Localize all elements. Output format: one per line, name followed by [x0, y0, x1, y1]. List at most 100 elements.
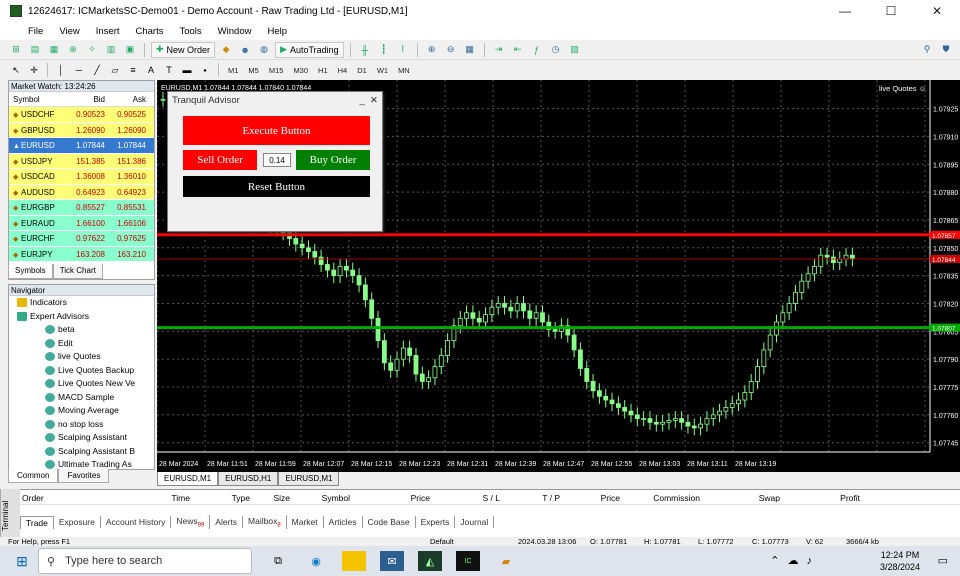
timeframe-d1[interactable]: D1 [353, 66, 371, 75]
terminal-tab[interactable]: Alerts [210, 516, 244, 528]
windows-start-icon[interactable]: ⊞ [10, 551, 34, 571]
fibonacci-icon[interactable]: ≡ [125, 62, 141, 78]
navigator-item[interactable]: Live Quotes New Ve [9, 377, 154, 391]
bar-chart-icon[interactable]: ╫ [357, 42, 373, 58]
navigator-item[interactable]: Live Quotes Backup [9, 364, 154, 378]
data-window-icon[interactable]: ⊕ [65, 42, 81, 58]
tab-symbols[interactable]: Symbols [8, 264, 53, 279]
folder-icon[interactable]: ▰ [494, 551, 518, 571]
line-chart-icon[interactable]: ⌇ [395, 42, 411, 58]
terminal-col-header[interactable]: Price [560, 493, 620, 504]
terminal-tab[interactable]: Trade [20, 515, 54, 529]
panel-close-icon[interactable]: ✕ [370, 95, 378, 106]
timeframe-mn[interactable]: MN [394, 66, 414, 75]
market-watch-row[interactable]: ◆ AUDUSD 0.64923 0.64923 [9, 184, 154, 200]
timeframe-m5[interactable]: M5 [244, 66, 262, 75]
metatrader-icon[interactable]: ◭ [418, 551, 442, 571]
reset-button[interactable]: Reset Button [183, 176, 370, 197]
icmarkets-icon[interactable]: IC [456, 551, 480, 571]
navigator-item[interactable]: Expert Advisors [9, 310, 154, 324]
notification-icon[interactable]: ▭ [938, 554, 948, 567]
zoom-out-icon[interactable]: ⊖ [443, 42, 459, 58]
terminal-tab[interactable]: Journal [455, 516, 495, 528]
trendline-icon[interactable]: ╱ [89, 62, 105, 78]
market-watch-row[interactable]: ◆ EURGBP 0.85527 0.85531 [9, 200, 154, 216]
new-chart-icon[interactable]: ⊞ [8, 42, 24, 58]
strategy-tester-icon[interactable]: ▣ [122, 42, 138, 58]
terminal-col-header[interactable]: Price [350, 493, 430, 504]
navigator-item[interactable]: Scalping Assistant B [9, 445, 154, 459]
metaeditor-icon[interactable]: ◆ [218, 42, 234, 58]
terminal-icon[interactable]: ▥ [103, 42, 119, 58]
col-symbol[interactable]: Symbol [9, 92, 65, 106]
execute-button[interactable]: Execute Button [183, 116, 370, 145]
close-button[interactable]: ✕ [914, 4, 960, 18]
candlestick-icon[interactable]: ┇ [376, 42, 392, 58]
shapes-icon[interactable]: ⬩ [197, 62, 213, 78]
timeframe-w1[interactable]: W1 [373, 66, 392, 75]
navigator-item[interactable]: beta [9, 323, 154, 337]
terminal-tab[interactable]: Articles [324, 516, 363, 528]
terminal-col-header[interactable]: Type [190, 493, 250, 504]
minimize-button[interactable]: — [822, 4, 868, 18]
arrows-icon[interactable]: ▬ [179, 62, 195, 78]
market-watch-icon[interactable]: ▦ [46, 42, 62, 58]
market-watch-row[interactable]: ◆ USDCAD 1.36008 1.36010 [9, 169, 154, 185]
auto-scroll-icon[interactable]: ⇥ [491, 42, 507, 58]
terminal-side-label[interactable]: Terminal [0, 489, 20, 542]
task-view-icon[interactable]: ⧉ [266, 551, 290, 571]
search-icon[interactable]: ⚲ [919, 42, 935, 58]
terminal-col-header[interactable]: Symbol [290, 493, 350, 504]
terminal-tab[interactable]: Account History [101, 516, 172, 528]
market-watch-row[interactable]: ◆ USDJPY 151.385 151.386 [9, 153, 154, 169]
vertical-line-icon[interactable]: │ [53, 62, 69, 78]
timeframe-m15[interactable]: M15 [265, 66, 288, 75]
app-yellow-icon[interactable] [342, 551, 366, 571]
crosshair-icon[interactable]: ✛ [26, 62, 42, 78]
tab-favorites[interactable]: Favorites [58, 469, 110, 483]
terminal-col-header[interactable]: Size [250, 493, 290, 504]
navigator-item[interactable]: no stop loss [9, 418, 154, 432]
market-watch-row[interactable]: ◆ GBPUSD 1.26090 1.26090 [9, 122, 154, 138]
terminal-tab[interactable]: Mailbox8 [243, 514, 287, 530]
terminal-col-header[interactable]: Time [90, 493, 190, 504]
lot-size-input[interactable]: 0.14 [263, 153, 291, 167]
autotrading-button[interactable]: ▶ AutoTrading [275, 41, 344, 58]
market-watch-row[interactable]: ◆ EURCHF 0.97622 0.97625 [9, 231, 154, 247]
terminal-col-header[interactable]: T / P [500, 493, 560, 504]
market-watch-row[interactable]: ▲EURUSD 1.07844 1.07844 [9, 138, 154, 154]
text-label-icon[interactable]: T [161, 62, 177, 78]
menu-window[interactable]: Window [210, 26, 260, 37]
menu-insert[interactable]: Insert [88, 26, 128, 37]
terminal-tab[interactable]: News99 [171, 514, 211, 530]
menu-file[interactable]: File [10, 26, 51, 37]
chart-tab-eurusd-h1[interactable]: EURUSD,H1 [218, 472, 279, 486]
navigator-item[interactable]: MACD Sample [9, 391, 154, 405]
navigator-item[interactable]: Moving Average [9, 404, 154, 418]
channel-icon[interactable]: ▱ [107, 62, 123, 78]
menu-help[interactable]: Help [259, 26, 295, 37]
profiles-icon[interactable]: ▤ [27, 42, 43, 58]
terminal-tab[interactable]: Experts [416, 516, 456, 528]
navigator-icon[interactable]: ✧ [84, 42, 100, 58]
maximize-button[interactable]: ☐ [868, 4, 914, 18]
chart-tab-eurusd-m1[interactable]: EURUSD,M1 [157, 472, 219, 486]
zoom-in-icon[interactable]: ⊕ [424, 42, 440, 58]
menu-view[interactable]: View [51, 26, 87, 37]
market-watch-row[interactable]: ◆ USDCHF 0.90523 0.90525 [9, 107, 154, 123]
col-ask[interactable]: Ask [107, 92, 149, 106]
tray-icons[interactable]: ⌃☁♪ [770, 554, 820, 567]
periods-icon[interactable]: ◷ [548, 42, 564, 58]
account-icon[interactable]: ⛊ [938, 42, 954, 58]
terminal-col-header[interactable]: Order [20, 493, 90, 504]
terminal-tab[interactable]: Code Base [363, 516, 416, 528]
new-order-button[interactable]: ✚ New Order [151, 41, 216, 58]
timeframe-m1[interactable]: M1 [224, 66, 242, 75]
timeframe-m30[interactable]: M30 [289, 66, 312, 75]
tab-common[interactable]: Common [8, 469, 59, 483]
panel-minimize-icon[interactable]: _ [359, 95, 370, 106]
indicators-icon[interactable]: ƒ [529, 42, 545, 58]
text-icon[interactable]: A [143, 62, 159, 78]
templates-icon[interactable]: ▧ [567, 42, 583, 58]
terminal-tab[interactable]: Exposure [54, 516, 101, 528]
